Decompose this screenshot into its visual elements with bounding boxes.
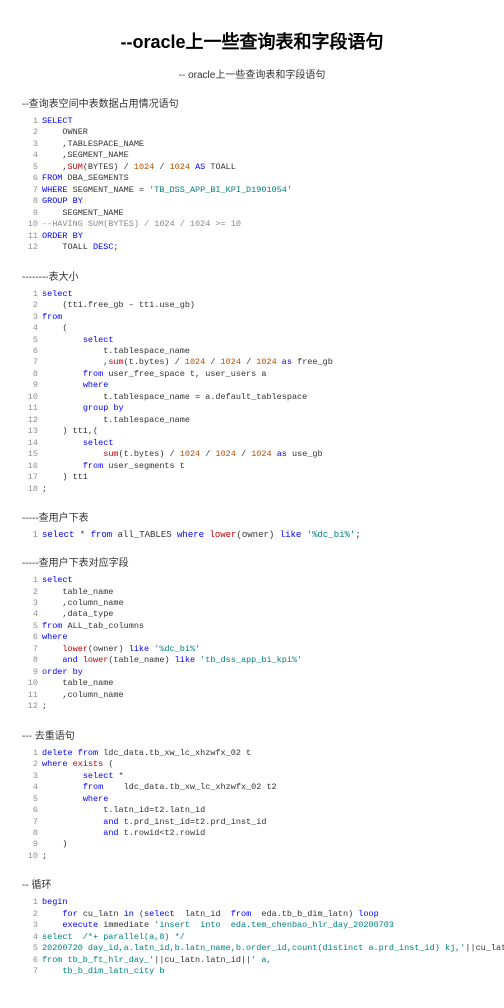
section-5-header: --- 去重语句 <box>22 727 482 742</box>
page-title: --oracle上一些查询表和字段语句 <box>22 28 482 54</box>
section-4-header: -----查用户下表对应字段 <box>22 554 482 569</box>
query-line-3: 1 select * from all_TABLES where lower(o… <box>22 530 482 540</box>
code-block-4: 1select 2 table_name 3 ,column_name 4 ,d… <box>22 575 482 713</box>
code-block-5: 1delete from ldc_data.tb_xw_lc_xhzwfx_02… <box>22 748 482 863</box>
section-6-header: -- 循环 <box>22 876 482 891</box>
section-1-header: --查询表空间中表数据占用情况语句 <box>22 95 482 110</box>
section-2-header: --------表大小 <box>22 268 482 283</box>
code-block-1: 1SELECT 2 OWNER 3 ,TABLESPACE_NAME 4 ,SE… <box>22 116 482 254</box>
code-block-6: 1begin 2 for cu_latn in (select latn_id … <box>22 897 482 977</box>
section-3-header: -----查用户下表 <box>22 509 482 524</box>
code-block-2: 1select 2 (tt1.free_gb – tt1.use_gb) 3fr… <box>22 289 482 495</box>
page-subtitle: -- oracle上一些查询表和字段语句 <box>22 66 482 81</box>
